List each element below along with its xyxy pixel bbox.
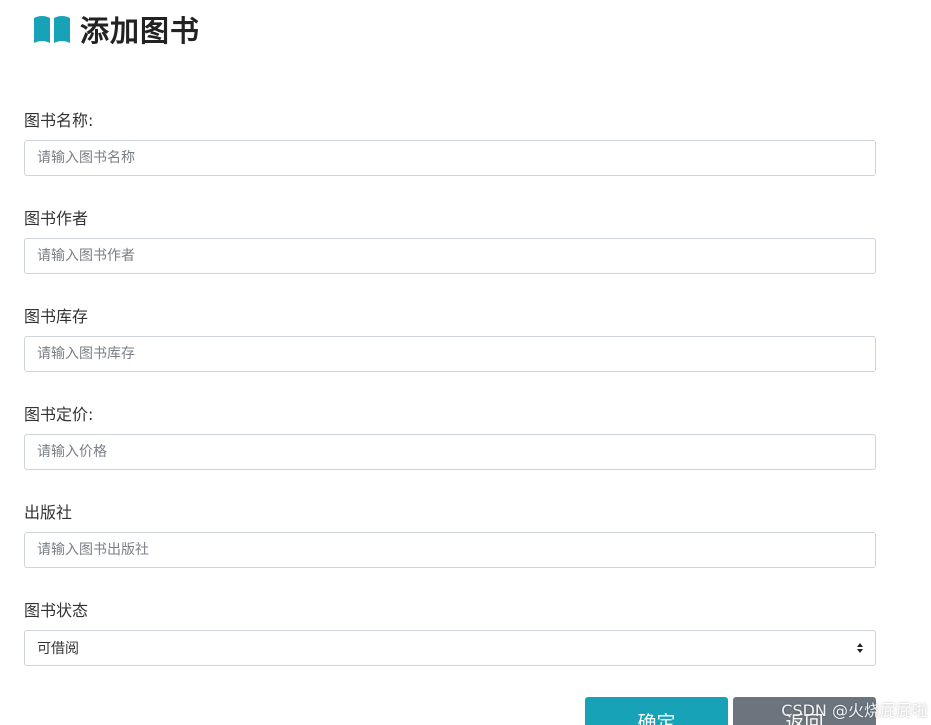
book-name-label: 图书名称: (24, 111, 94, 130)
book-price-input[interactable] (24, 434, 876, 470)
book-stock-input[interactable] (24, 336, 876, 372)
confirm-button[interactable]: 确定 (585, 697, 728, 725)
publisher-input[interactable] (24, 532, 876, 568)
book-author-input[interactable] (24, 238, 876, 274)
book-price-label: 图书定价: (24, 405, 94, 424)
book-stock-label: 图书库存 (24, 307, 89, 326)
book-name-input[interactable] (24, 140, 876, 176)
watermark: CSDN @火烧屁屁啦 (781, 701, 928, 720)
book-status-selected-value: 可借阅 (37, 641, 79, 657)
publisher-label: 出版社 (24, 503, 73, 522)
page-header: 添加图书 (32, 9, 200, 49)
add-book-page: 添加图书 图书名称: 图书作者 图书库存 图书定价: 出版社 图书状态 可借阅 … (0, 0, 931, 725)
book-status-label: 图书状态 (24, 601, 89, 620)
page-title: 添加图书 (80, 14, 201, 48)
select-arrows-icon (857, 642, 863, 654)
book-author-label: 图书作者 (24, 209, 89, 228)
book-status-select[interactable]: 可借阅 (24, 630, 876, 666)
book-open-icon (32, 13, 72, 45)
